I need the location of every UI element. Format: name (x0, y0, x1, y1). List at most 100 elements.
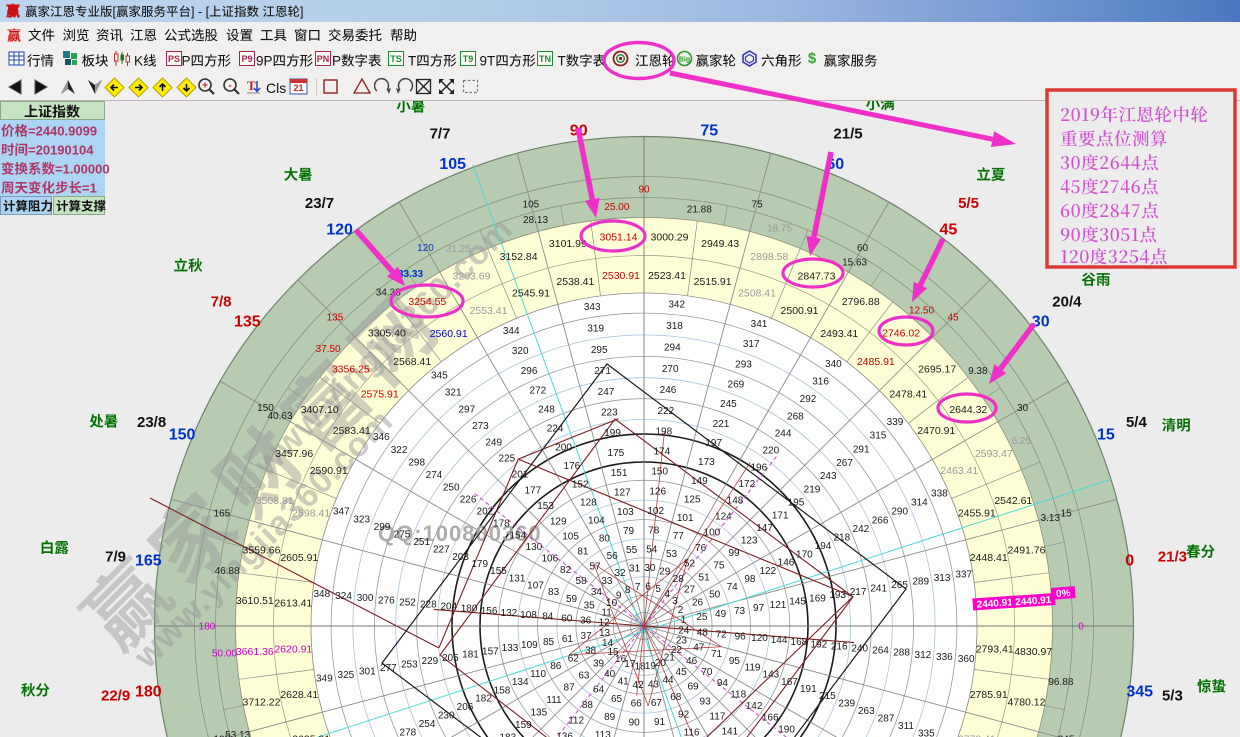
svg-text:269: 269 (728, 380, 745, 391)
svg-text:270: 270 (662, 364, 679, 375)
svg-text:120: 120 (326, 221, 353, 238)
svg-text:274: 274 (426, 470, 443, 481)
svg-text:1: 1 (681, 615, 687, 626)
svg-text:151: 151 (611, 468, 628, 479)
svg-text:89: 89 (604, 712, 616, 723)
svg-text:220: 220 (762, 446, 779, 457)
svg-text:290: 290 (891, 507, 908, 518)
svg-text:50.00: 50.00 (212, 649, 237, 660)
svg-text:202: 202 (477, 507, 494, 518)
svg-text:2575.91: 2575.91 (361, 389, 399, 401)
svg-text:66: 66 (631, 699, 643, 710)
svg-text:253: 253 (401, 660, 418, 671)
svg-text:5/5: 5/5 (958, 195, 979, 212)
svg-text:2635.91: 2635.91 (292, 734, 330, 737)
svg-text:136: 136 (556, 732, 573, 737)
svg-text:301: 301 (359, 666, 376, 677)
svg-text:67: 67 (651, 698, 663, 709)
svg-text:105: 105 (439, 156, 466, 173)
svg-text:116: 116 (684, 727, 700, 737)
svg-text:58: 58 (576, 576, 588, 587)
svg-text:183: 183 (499, 733, 516, 737)
svg-text:224: 224 (547, 424, 564, 435)
svg-text:316: 316 (812, 377, 829, 388)
svg-text:2478.41: 2478.41 (889, 389, 927, 401)
svg-text:3559.66: 3559.66 (243, 544, 281, 556)
svg-text:2493.41: 2493.41 (820, 328, 858, 340)
svg-text:76: 76 (695, 543, 707, 554)
svg-text:174: 174 (653, 447, 670, 458)
svg-text:243: 243 (820, 471, 837, 482)
svg-text:98: 98 (744, 574, 756, 585)
svg-text:325: 325 (338, 670, 355, 681)
svg-text:135: 135 (234, 314, 261, 331)
svg-text:339: 339 (887, 417, 904, 428)
svg-text:8: 8 (625, 585, 631, 596)
svg-text:342: 342 (668, 299, 685, 310)
svg-text:149: 149 (691, 476, 708, 487)
svg-text:314: 314 (911, 498, 928, 509)
svg-text:75: 75 (752, 199, 764, 210)
svg-text:37: 37 (581, 631, 593, 642)
svg-text:3661.36: 3661.36 (236, 646, 274, 658)
svg-text:2898.58: 2898.58 (750, 251, 788, 263)
svg-text:2785.91: 2785.91 (970, 689, 1008, 701)
svg-text:167: 167 (781, 677, 798, 688)
svg-text:271: 271 (594, 366, 611, 377)
svg-text:201: 201 (512, 470, 529, 481)
svg-text:147: 147 (756, 523, 773, 534)
svg-text:48: 48 (697, 627, 709, 638)
svg-text:218: 218 (833, 533, 850, 544)
svg-text:216: 216 (831, 641, 848, 652)
svg-text:345: 345 (1126, 683, 1153, 700)
svg-text:100: 100 (704, 527, 721, 538)
svg-text:180: 180 (135, 683, 162, 700)
svg-text:343: 343 (584, 302, 601, 313)
svg-text:63: 63 (578, 671, 590, 682)
svg-text:2553.41: 2553.41 (470, 305, 508, 317)
svg-text:324: 324 (335, 591, 352, 602)
svg-text:32: 32 (614, 568, 626, 579)
svg-text:240: 240 (851, 643, 868, 654)
svg-text:3712.22: 3712.22 (243, 697, 281, 709)
svg-text:154: 154 (509, 531, 526, 542)
svg-text:264: 264 (872, 646, 889, 657)
svg-text:101: 101 (677, 513, 694, 524)
svg-text:110: 110 (530, 669, 546, 680)
svg-text:241: 241 (870, 584, 887, 595)
svg-text:126: 126 (649, 486, 666, 497)
svg-text:2515.91: 2515.91 (694, 276, 732, 288)
svg-text:52: 52 (684, 559, 696, 570)
svg-text:59: 59 (566, 594, 578, 605)
svg-text:60: 60 (561, 614, 573, 625)
svg-text:155: 155 (490, 566, 507, 577)
svg-text:205: 205 (442, 653, 459, 664)
svg-text:180: 180 (461, 604, 478, 615)
svg-text:53: 53 (666, 549, 678, 560)
svg-text:203: 203 (452, 552, 469, 563)
svg-text:70: 70 (701, 667, 713, 678)
svg-text:130: 130 (526, 542, 543, 553)
svg-text:6.25: 6.25 (1012, 436, 1032, 447)
svg-text:156: 156 (481, 606, 498, 617)
svg-text:198: 198 (655, 426, 672, 437)
svg-text:3305.40: 3305.40 (368, 327, 406, 339)
svg-text:2583.41: 2583.41 (333, 425, 371, 437)
svg-text:123: 123 (741, 536, 758, 547)
svg-text:311: 311 (898, 721, 914, 732)
svg-text:42: 42 (633, 680, 645, 691)
svg-text:0: 0 (1078, 622, 1084, 633)
svg-text:360: 360 (958, 654, 975, 665)
svg-text:159: 159 (515, 720, 532, 731)
svg-text:99: 99 (728, 548, 740, 559)
svg-text:95: 95 (729, 656, 741, 667)
svg-text:158: 158 (494, 685, 511, 696)
svg-text:266: 266 (872, 515, 889, 526)
svg-text:$: $ (808, 50, 817, 67)
svg-text:112: 112 (568, 716, 584, 727)
svg-text:45: 45 (947, 313, 959, 324)
svg-text:177: 177 (525, 485, 542, 496)
svg-text:335: 335 (918, 729, 935, 737)
svg-text:7: 7 (635, 582, 641, 593)
svg-text:178: 178 (493, 519, 510, 530)
